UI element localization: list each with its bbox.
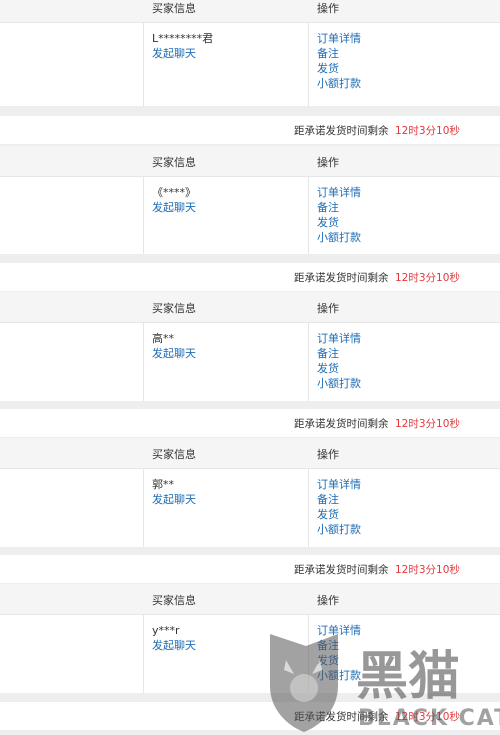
small-payment-link[interactable]: 小额打款 (317, 668, 361, 683)
ship-countdown-bar: 距承诺发货时间剩余 12时3分10秒 (0, 702, 500, 730)
countdown-time: 12时3分10秒 (395, 711, 460, 723)
chat-link[interactable]: 发起聊天 (152, 46, 213, 61)
ship-countdown-bar: 距承诺发货时间剩余 12时3分10秒 (0, 263, 500, 291)
table-header: 买家信息 操作 (0, 146, 500, 177)
note-link[interactable]: 备注 (317, 346, 361, 361)
countdown-label: 距承诺发货时间剩余 (294, 564, 389, 576)
buyer-name: L********君 (152, 32, 214, 45)
header-operation: 操作 (317, 448, 339, 461)
countdown-time: 12时3分10秒 (395, 418, 460, 430)
order-detail-link[interactable]: 订单详情 (317, 331, 361, 346)
ship-countdown-bar: 距承诺发货时间剩余 12时3分10秒 (0, 555, 500, 583)
table-header: 买家信息 操作 (0, 0, 500, 23)
note-link[interactable]: 备注 (317, 46, 361, 61)
ship-link[interactable]: 发货 (317, 361, 361, 376)
ship-countdown-bar: 距承诺发货时间剩余 12时3分10秒 (0, 116, 500, 144)
ship-link[interactable]: 发货 (317, 61, 361, 76)
header-buyer-info: 买家信息 (152, 2, 196, 15)
chat-link[interactable]: 发起聊天 (152, 492, 196, 507)
column-divider (308, 615, 309, 693)
buyer-info-cell: L********君 发起聊天 (152, 31, 213, 61)
header-buyer-info: 买家信息 (152, 448, 196, 461)
ship-link[interactable]: 发货 (317, 653, 361, 668)
header-buyer-info: 买家信息 (152, 156, 196, 169)
chat-link[interactable]: 发起聊天 (152, 200, 196, 215)
column-divider (143, 23, 144, 106)
buyer-name: 《****》 (152, 186, 196, 199)
small-payment-link[interactable]: 小额打款 (317, 522, 361, 537)
column-divider (308, 23, 309, 106)
ship-countdown-bar: 距承诺发货时间剩余 12时3分10秒 (0, 409, 500, 437)
countdown-label: 距承诺发货时间剩余 (294, 418, 389, 430)
order-row: y***r 发起聊天 订单详情 备注 发货 小额打款 (0, 615, 500, 693)
countdown-label: 距承诺发货时间剩余 (294, 711, 389, 723)
buyer-info-cell: 高** 发起聊天 (152, 331, 196, 361)
order-detail-link[interactable]: 订单详情 (317, 623, 361, 638)
order-detail-link[interactable]: 订单详情 (317, 185, 361, 200)
header-operation: 操作 (317, 594, 339, 607)
ship-link[interactable]: 发货 (317, 507, 361, 522)
countdown-time: 12时3分10秒 (395, 272, 460, 284)
chat-link[interactable]: 发起聊天 (152, 346, 196, 361)
header-operation: 操作 (317, 302, 339, 315)
header-buyer-info: 买家信息 (152, 594, 196, 607)
small-payment-link[interactable]: 小额打款 (317, 376, 361, 391)
operation-cell: 订单详情 备注 发货 小额打款 (317, 185, 361, 245)
table-header: 买家信息 操作 (0, 584, 500, 615)
countdown-label: 距承诺发货时间剩余 (294, 125, 389, 137)
buyer-info-cell: y***r 发起聊天 (152, 623, 196, 653)
operation-cell: 订单详情 备注 发货 小额打款 (317, 623, 361, 683)
table-header: 买家信息 操作 (0, 292, 500, 323)
column-divider (308, 469, 309, 547)
header-operation: 操作 (317, 2, 339, 15)
column-divider (308, 177, 309, 254)
order-row: 郭** 发起聊天 订单详情 备注 发货 小额打款 (0, 469, 500, 547)
ship-link[interactable]: 发货 (317, 215, 361, 230)
table-header: 买家信息 操作 (0, 438, 500, 469)
header-buyer-info: 买家信息 (152, 302, 196, 315)
small-payment-link[interactable]: 小额打款 (317, 76, 361, 91)
column-divider (143, 469, 144, 547)
column-divider (308, 323, 309, 401)
note-link[interactable]: 备注 (317, 492, 361, 507)
buyer-name: 郭** (152, 478, 174, 491)
buyer-info-cell: 《****》 发起聊天 (152, 185, 196, 215)
order-row: 高** 发起聊天 订单详情 备注 发货 小额打款 (0, 323, 500, 401)
countdown-time: 12时3分10秒 (395, 125, 460, 137)
buyer-name: y***r (152, 624, 180, 637)
note-link[interactable]: 备注 (317, 638, 361, 653)
countdown-time: 12时3分10秒 (395, 564, 460, 576)
countdown-label: 距承诺发货时间剩余 (294, 272, 389, 284)
small-payment-link[interactable]: 小额打款 (317, 230, 361, 245)
header-operation: 操作 (317, 156, 339, 169)
column-divider (143, 177, 144, 254)
column-divider (143, 615, 144, 693)
order-row: 《****》 发起聊天 订单详情 备注 发货 小额打款 (0, 177, 500, 254)
chat-link[interactable]: 发起聊天 (152, 638, 196, 653)
buyer-name: 高** (152, 332, 174, 345)
buyer-info-cell: 郭** 发起聊天 (152, 477, 196, 507)
order-row: L********君 发起聊天 订单详情 备注 发货 小额打款 (0, 23, 500, 106)
column-divider (143, 323, 144, 401)
operation-cell: 订单详情 备注 发货 小额打款 (317, 331, 361, 391)
order-detail-link[interactable]: 订单详情 (317, 477, 361, 492)
operation-cell: 订单详情 备注 发货 小额打款 (317, 31, 361, 91)
order-detail-link[interactable]: 订单详情 (317, 31, 361, 46)
operation-cell: 订单详情 备注 发货 小额打款 (317, 477, 361, 537)
note-link[interactable]: 备注 (317, 200, 361, 215)
